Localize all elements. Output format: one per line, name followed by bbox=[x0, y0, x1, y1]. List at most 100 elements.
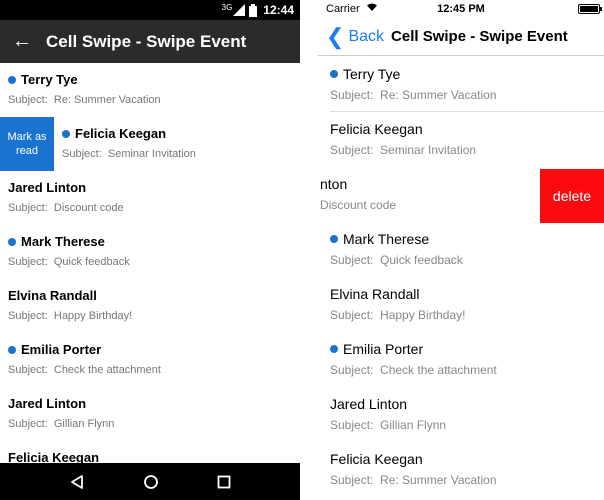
list-item[interactable]: Jared Linton Subject: Discount code bbox=[0, 171, 300, 225]
subject-prefix: Subject: bbox=[8, 94, 48, 106]
ios-message-list: Terry Tye Subject: Re: Summer Vacation F… bbox=[318, 57, 604, 500]
sender-name-text: Felicia Keegan bbox=[8, 450, 100, 463]
subject-line: Subject: Re: Summer Vacation bbox=[330, 473, 497, 487]
sender-name-text: nton bbox=[320, 176, 348, 192]
subject-prefix: Subject: bbox=[330, 363, 374, 377]
android-status-bar: 3G 12:44 bbox=[0, 0, 300, 20]
sender-name: Elvina Randall bbox=[8, 288, 97, 303]
back-button[interactable]: ❮ Back bbox=[326, 23, 385, 49]
subject-text: Discount code bbox=[320, 198, 397, 212]
unread-dot-icon bbox=[330, 70, 338, 78]
list-item[interactable]: Felicia Keegan Subject: Re: Summer Vacat… bbox=[318, 442, 604, 497]
sender-name: Terry Tye bbox=[8, 72, 78, 87]
list-item[interactable]: Felicia Keegan Subject: Seminar Invitati… bbox=[318, 112, 604, 167]
list-item-swiped[interactable]: nton Discount code delete bbox=[318, 167, 604, 223]
subject-text: Gillian Flynn bbox=[53, 418, 115, 430]
subject-line: Subject: Re: Summer Vacation bbox=[8, 94, 161, 106]
list-item[interactable]: Elvina Randall Subject: Happy Birthday! bbox=[0, 279, 300, 333]
subject-line: Subject: Quick feedback bbox=[330, 253, 463, 267]
circle-home-icon[interactable] bbox=[143, 474, 159, 490]
subject-prefix: Subject: bbox=[8, 418, 48, 430]
sender-name-text: Felicia Keegan bbox=[75, 126, 167, 141]
list-item[interactable]: Emilia Porter Subject: Check the attachm… bbox=[318, 332, 604, 387]
subject-text: Seminar Invitation bbox=[380, 143, 477, 157]
delete-button[interactable]: delete bbox=[540, 169, 604, 223]
subject-line: Subject: Re: Summer Vacation bbox=[330, 88, 497, 102]
unread-dot-icon bbox=[330, 235, 338, 243]
android-screen: 3G 12:44 ← Cell Swipe - Swipe Event Terr… bbox=[0, 0, 300, 500]
subject-line: Subject: Quick feedback bbox=[8, 256, 130, 268]
sender-name: Emilia Porter bbox=[330, 341, 423, 357]
subject-text: Re: Summer Vacation bbox=[380, 88, 497, 102]
sender-name-text: Elvina Randall bbox=[330, 286, 420, 302]
square-recents-icon[interactable] bbox=[217, 475, 231, 489]
android-nav-bar bbox=[0, 463, 300, 500]
subject-text: Re: Summer Vacation bbox=[380, 473, 497, 487]
list-item[interactable]: Mark Therese Subject: Quick feedback bbox=[0, 225, 300, 279]
list-item[interactable]: Emilia Porter Subject: Check the attachm… bbox=[0, 333, 300, 387]
sender-name: Emilia Porter bbox=[8, 342, 101, 357]
android-toolbar: ← Cell Swipe - Swipe Event bbox=[0, 20, 300, 63]
list-item[interactable]: Jared Linton Subject: Gillian Flynn bbox=[0, 387, 300, 441]
subject-prefix: Subject: bbox=[8, 202, 48, 214]
sender-name: Felicia Keegan bbox=[8, 450, 99, 463]
sender-name-text: Mark Therese bbox=[343, 231, 430, 247]
back-label: Back bbox=[348, 27, 385, 45]
subject-line: Subject: Seminar Invitation bbox=[330, 143, 476, 157]
chevron-left-icon: ❮ bbox=[326, 23, 345, 49]
unread-dot-icon bbox=[62, 129, 70, 138]
subject-prefix: Subject: bbox=[62, 148, 102, 160]
subject-line: Subject: Happy Birthday! bbox=[8, 310, 132, 322]
status-time: 12:45 PM bbox=[437, 3, 485, 15]
subject-text: Happy Birthday! bbox=[380, 308, 466, 322]
subject-prefix: Subject: bbox=[330, 308, 374, 322]
android-message-list: Terry Tye Subject: Re: Summer Vacation M… bbox=[0, 63, 300, 463]
status-time: 12:44 bbox=[263, 3, 294, 17]
subject-line: Subject: Check the attachment bbox=[330, 363, 497, 377]
list-item[interactable]: Terry Tye Subject: Re: Summer Vacation bbox=[318, 57, 604, 112]
sender-name-text: Terry Tye bbox=[343, 66, 401, 82]
sender-name-text: Emilia Porter bbox=[21, 342, 102, 357]
signal-icon bbox=[233, 4, 246, 16]
subject-prefix: Subject: bbox=[8, 310, 48, 322]
sender-name: Jared Linton bbox=[8, 180, 86, 195]
list-item[interactable]: Jared Linton Subject: Gillian Flynn bbox=[318, 387, 604, 442]
subject-prefix: Subject: bbox=[330, 418, 374, 432]
list-item[interactable]: Terry Tye Subject: Re: Summer Vacation bbox=[0, 63, 300, 117]
subject-line: Subject: Gillian Flynn bbox=[8, 418, 114, 430]
ios-status-bar: Carrier 12:45 PM bbox=[318, 0, 604, 18]
sender-name: nton bbox=[320, 176, 347, 192]
sender-name-text: Jared Linton bbox=[8, 180, 87, 195]
sender-name-text: Mark Therese bbox=[21, 234, 105, 249]
unread-dot-icon bbox=[8, 237, 16, 246]
back-arrow-icon[interactable]: ← bbox=[0, 30, 44, 53]
subject-prefix: Subject: bbox=[8, 256, 48, 268]
subject-text: Quick feedback bbox=[53, 256, 130, 268]
unread-dot-icon bbox=[8, 345, 16, 354]
battery-icon bbox=[578, 4, 602, 14]
list-item[interactable]: Mark Therese Subject: Quick feedback bbox=[318, 222, 604, 277]
sender-name: Felicia Keegan bbox=[62, 126, 166, 141]
subject-text: Discount code bbox=[53, 202, 124, 214]
sender-name: Terry Tye bbox=[330, 66, 400, 82]
subject-text: Check the attachment bbox=[53, 364, 161, 376]
sender-name-text: Emilia Porter bbox=[343, 341, 424, 357]
sender-name: Mark Therese bbox=[8, 234, 105, 249]
list-item[interactable]: Elvina Randall Subject: Happy Birthday! bbox=[318, 277, 604, 332]
subject-text: Gillian Flynn bbox=[380, 418, 447, 432]
battery-icon bbox=[249, 3, 258, 17]
list-item[interactable]: Felicia Keegan bbox=[0, 441, 300, 463]
sender-name-text: Jared Linton bbox=[330, 396, 408, 412]
mark-as-read-button[interactable]: Mark as read bbox=[0, 117, 54, 171]
page-title: Cell Swipe - Swipe Event bbox=[391, 28, 568, 45]
unread-dot-icon bbox=[330, 345, 338, 353]
subject-text: Check the attachment bbox=[380, 363, 497, 377]
subject-prefix: Subject: bbox=[330, 143, 374, 157]
list-item-swiped[interactable]: Mark as read Felicia Keegan Subject: Sem… bbox=[0, 117, 300, 171]
sender-name-text: Terry Tye bbox=[21, 72, 78, 87]
triangle-back-icon[interactable] bbox=[69, 474, 85, 490]
sender-name-text: Elvina Randall bbox=[8, 288, 97, 303]
sender-name-text: Jared Linton bbox=[8, 396, 87, 411]
sender-name: Elvina Randall bbox=[330, 286, 420, 302]
subject-prefix: Subject: bbox=[330, 253, 374, 267]
